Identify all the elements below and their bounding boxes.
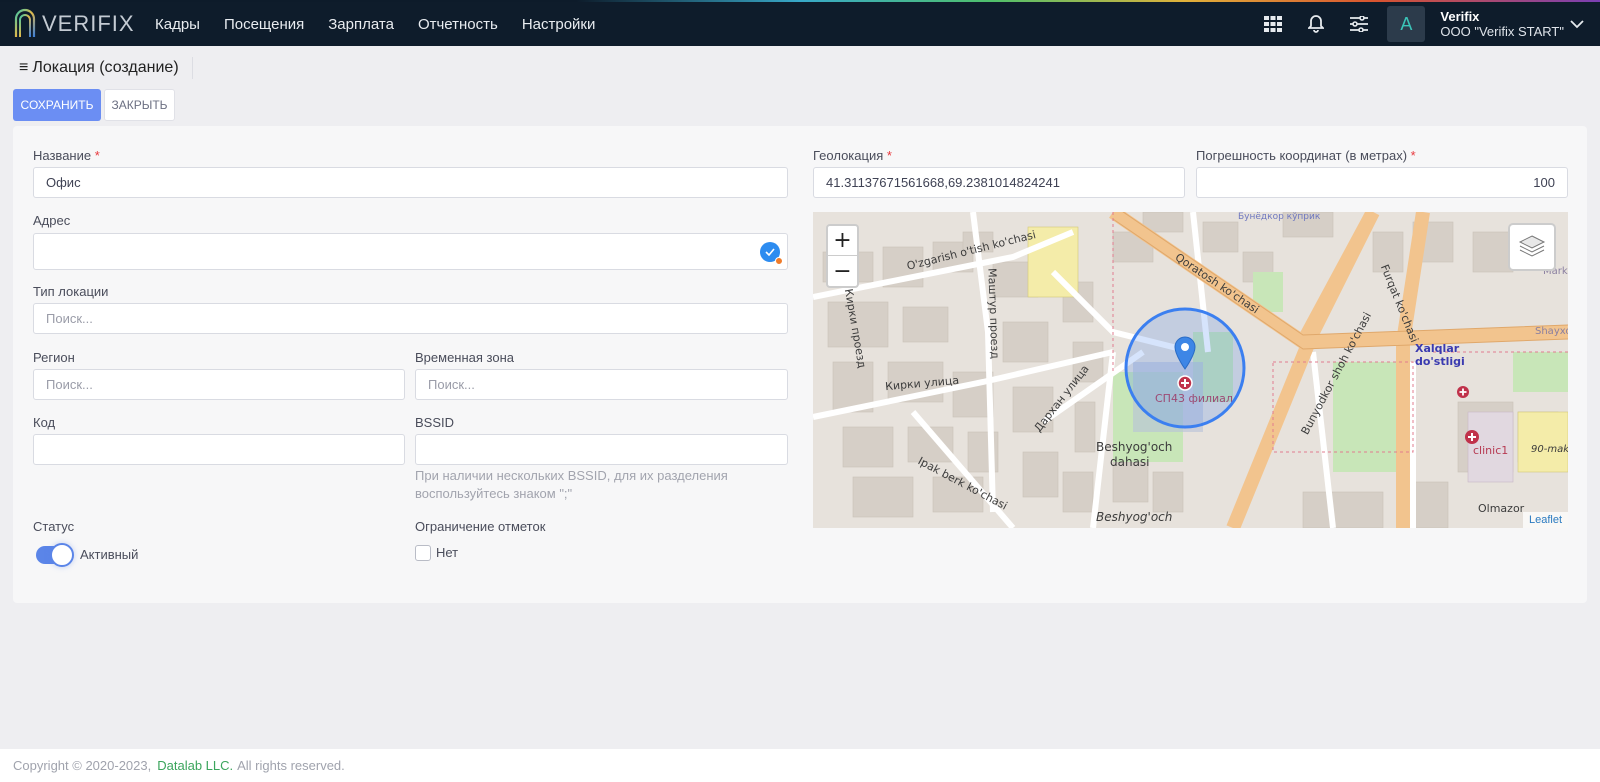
nav-item-attendance[interactable]: Посещения [224,16,304,33]
location-marker-icon[interactable] [1174,336,1196,370]
bssid-label: BSSID [415,415,455,430]
save-button[interactable]: СОХРАНИТЬ [13,89,101,121]
footer-copyright: Copyright © 2020-2023, [13,758,152,773]
footer-company-link[interactable]: Datalab LLC. [157,758,233,773]
zoom-in-button[interactable]: + [828,226,857,256]
menu-icon[interactable]: ≡ [19,59,28,77]
hospital-icon [1465,430,1479,444]
page-title-text: Локация (создание) [32,59,179,76]
mark-limit-checkbox[interactable] [415,545,431,561]
footer: Copyright © 2020-2023, Datalab LLC. All … [0,749,1600,782]
check-circle-icon[interactable] [760,242,783,265]
timezone-select[interactable]: Поиск... [415,369,788,400]
header-right: A Verifix ООО "Verifix START" [1262,2,1600,46]
map-label-poi: Shayxo [1535,326,1568,337]
hospital-icon [1457,386,1469,398]
logo[interactable]: VERIFIX [12,7,142,41]
mark-limit-label: Ограничение отметок [415,519,546,534]
location-type-label: Тип локации [33,284,109,299]
nav-item-staff[interactable]: Кадры [155,16,200,33]
user-info[interactable]: Verifix ООО "Verifix START" [1440,9,1564,39]
mark-limit-value: Нет [436,545,459,560]
layers-icon [1518,235,1546,257]
map-view[interactable]: O'zgarish o'tish ko'chasi Qoratosh ko'ch… [813,212,1568,528]
geolocation-label: Геолокация * [813,148,892,163]
user-name: Verifix [1440,9,1480,24]
name-input[interactable]: Офис [33,167,788,198]
chevron-down-icon[interactable] [1570,17,1584,32]
bssid-hint: При наличии нескольких BSSID, для их раз… [415,468,728,501]
bell-icon[interactable] [1305,13,1327,35]
status-toggle[interactable] [36,543,74,567]
status-value: Активный [80,547,139,562]
toggle-knob [50,543,74,567]
map-label-district: dahasi [1110,455,1150,469]
edit-dot-icon [775,257,783,265]
zoom-control: + − [826,224,859,288]
footer-rights: All rights reserved. [237,758,345,773]
map-label-district: Beshyog'och [1096,440,1173,454]
title-divider [192,57,193,79]
main-nav: Кадры Посещения Зарплата Отчетность Наст… [155,16,619,33]
map-attribution-link[interactable]: Leaflet [1522,512,1568,528]
map-label-poi: 90-mak [1531,444,1568,455]
location-type-select[interactable]: Поиск... [33,303,788,334]
map-label-poi: Olmazor [1478,502,1525,515]
geolocation-input[interactable]: 41.31137671561668,69.2381014824241 [813,167,1185,198]
accuracy-label: Погрешность координат (в метрах) * [1196,148,1416,163]
region-label: Регион [33,350,75,365]
apps-grid-icon[interactable] [1262,13,1284,35]
user-org: ООО "Verifix START" [1440,24,1564,39]
name-label: Название * [33,148,100,163]
map-label-district: Beshyog'och [1096,510,1173,524]
nav-item-reports[interactable]: Отчетность [418,16,498,33]
avatar[interactable]: A [1387,6,1426,42]
fingerprint-logo-icon [14,8,36,37]
bssid-input[interactable] [415,434,788,465]
nav-item-salary[interactable]: Зарплата [328,16,394,33]
map-label-poi: clinic1 [1473,444,1509,457]
timezone-label: Временная зона [415,350,514,365]
zoom-out-button[interactable]: − [828,256,857,286]
nav-item-settings[interactable]: Настройки [522,16,596,33]
layers-button[interactable] [1508,223,1556,271]
accuracy-input[interactable]: 100 [1196,167,1568,198]
status-label: Статус [33,519,75,534]
top-navbar: VERIFIX Кадры Посещения Зарплата Отчетно… [0,2,1600,46]
close-button[interactable]: ЗАКРЫТЬ [104,89,175,121]
page-title: ≡ Локация (создание) [19,59,179,77]
address-input[interactable] [33,233,788,270]
map-label-poi: Бунёдкор кўприк [1238,212,1321,222]
region-select[interactable]: Поиск... [33,369,405,400]
code-input[interactable] [33,434,405,465]
code-label: Код [33,415,56,430]
map-label-poi: Xalqlar [1415,342,1460,355]
settings-sliders-icon[interactable] [1348,13,1370,35]
address-label: Адрес [33,213,71,228]
map-label-poi: do'stligi [1415,355,1465,368]
logo-text: VERIFIX [42,11,135,36]
